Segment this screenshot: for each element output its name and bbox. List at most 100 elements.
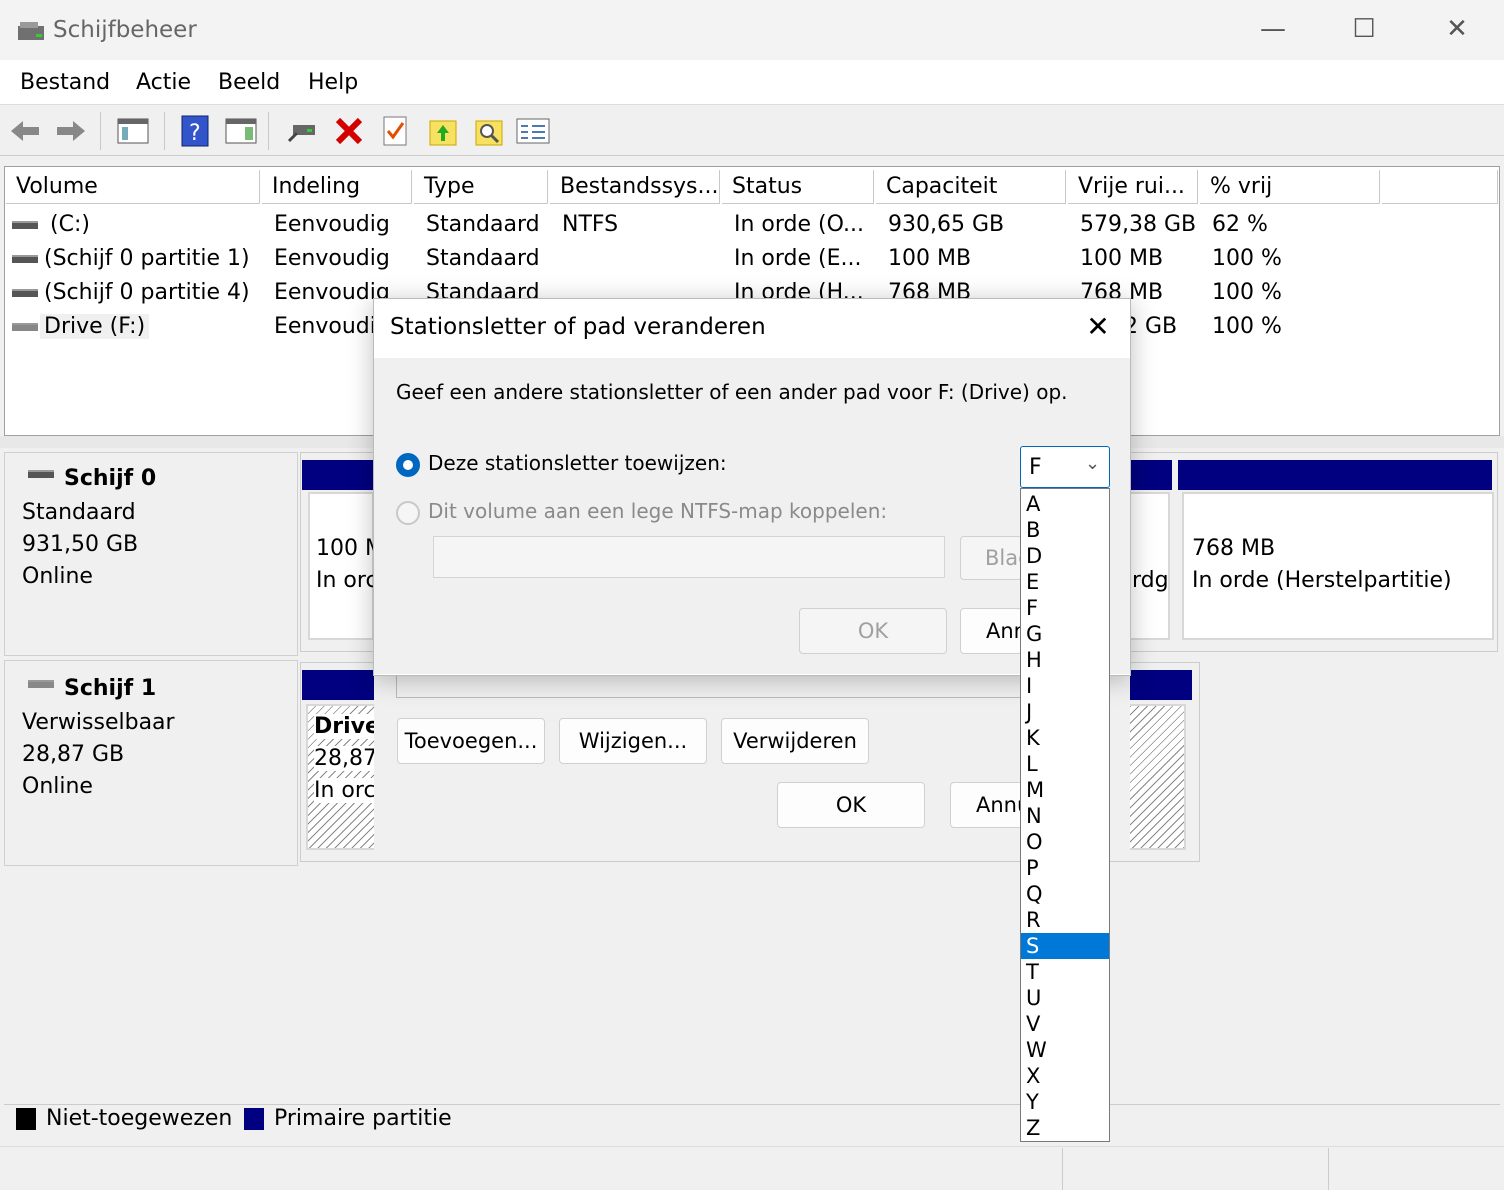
drive-icon — [12, 221, 38, 229]
volume-name[interactable]: (Schijf 0 partitie 4) — [44, 280, 250, 305]
back-arrow-icon[interactable] — [8, 114, 42, 148]
disk-type: Standaard — [22, 500, 136, 525]
volume-pct-free: 62 % — [1212, 212, 1268, 237]
chevron-down-icon: ⌄ — [1085, 453, 1101, 474]
dialog-cancel-button[interactable]: Ann — [960, 608, 1022, 654]
menu-bestand[interactable]: Bestand — [20, 70, 110, 95]
drive-letter-option[interactable]: K — [1021, 725, 1109, 751]
mount-path-input[interactable] — [433, 536, 945, 578]
drive-letter-option[interactable]: B — [1021, 517, 1109, 543]
partition-state: rdg — [1132, 568, 1169, 593]
col-header-procent-vrij[interactable]: % vrij — [1200, 170, 1380, 204]
col-header-empty — [1382, 170, 1498, 204]
drive-letter-option[interactable]: X — [1021, 1063, 1109, 1089]
dialog-close-button[interactable]: ✕ — [1078, 306, 1118, 346]
partition-efi[interactable] — [308, 492, 374, 640]
drive-letter-option[interactable]: W — [1021, 1037, 1109, 1063]
col-header-volume[interactable]: Volume — [6, 170, 260, 204]
console-tree-icon[interactable] — [116, 114, 150, 148]
dialog-instruction: Geef een andere stationsletter of een an… — [396, 380, 1068, 404]
legend-unallocated: Niet-toegewezen — [46, 1106, 233, 1131]
upload-folder-icon[interactable] — [426, 114, 460, 148]
dialog-title: Stationsletter of pad veranderen — [390, 314, 766, 340]
drive-letter-option[interactable]: N — [1021, 803, 1109, 829]
drive-letter-select[interactable]: F ⌄ — [1020, 446, 1110, 488]
menu-help[interactable]: Help — [308, 70, 358, 95]
volume-name[interactable]: (Schijf 0 partitie 1) — [44, 246, 250, 271]
drive-letter-option[interactable]: I — [1021, 673, 1109, 699]
menu-beeld[interactable]: Beeld — [218, 70, 280, 95]
volume-layout: Eenvoudig — [274, 246, 390, 271]
radio-mount-label[interactable]: Dit volume aan een lege NTFS-map koppele… — [428, 499, 887, 523]
disk-name: Schijf 0 — [64, 466, 157, 491]
drive-letter-option[interactable]: D — [1021, 543, 1109, 569]
drive-letter-option[interactable]: Z — [1021, 1115, 1109, 1141]
selected-letter: F — [1029, 455, 1042, 480]
disk-state: Online — [22, 564, 93, 589]
disk-icon — [28, 470, 54, 478]
drive-letter-option[interactable]: P — [1021, 855, 1109, 881]
volume-capacity: 100 MB — [888, 246, 972, 271]
volume-status: In orde (O... — [734, 212, 865, 237]
drive-letter-option[interactable]: O — [1021, 829, 1109, 855]
change-button[interactable]: Wijzigen... — [559, 718, 707, 764]
volume-free: 2 GB — [1124, 314, 1178, 339]
drive-letter-option[interactable]: Q — [1021, 881, 1109, 907]
drive-letter-option[interactable]: Y — [1021, 1089, 1109, 1115]
drive-letter-option[interactable]: M — [1021, 777, 1109, 803]
drive-letter-option[interactable]: U — [1021, 985, 1109, 1011]
drive-letter-option[interactable]: V — [1021, 1011, 1109, 1037]
volume-free: 100 MB — [1080, 246, 1164, 271]
dialog-ok-button[interactable]: OK — [799, 608, 947, 654]
search-folder-icon[interactable] — [472, 114, 506, 148]
drive-letter-option[interactable]: E — [1021, 569, 1109, 595]
drive-letter-option[interactable]: T — [1021, 959, 1109, 985]
col-header-type[interactable]: Type — [414, 170, 548, 204]
drive-letter-option[interactable]: A — [1021, 491, 1109, 517]
remove-button[interactable]: Verwijderen — [721, 718, 869, 764]
volume-capacity: 930,65 GB — [888, 212, 1005, 237]
disk-type: Verwisselbaar — [22, 710, 175, 735]
col-header-status[interactable]: Status — [722, 170, 874, 204]
checklist-icon[interactable] — [378, 114, 412, 148]
drive-icon — [12, 289, 38, 297]
connect-drive-icon[interactable] — [286, 114, 320, 148]
volume-fs: NTFS — [562, 212, 619, 237]
status-bar — [0, 1146, 1504, 1190]
volume-name[interactable]: Drive (F:) — [40, 314, 150, 339]
add-button[interactable]: Toevoegen... — [397, 718, 545, 764]
drive-letter-option[interactable]: S — [1021, 933, 1109, 959]
partition-state: In orc — [316, 568, 378, 593]
forward-arrow-icon[interactable] — [54, 114, 88, 148]
details-pane-icon[interactable] — [224, 114, 258, 148]
maximize-button[interactable]: ☐ — [1341, 10, 1387, 48]
help-icon[interactable]: ? — [178, 114, 212, 148]
minimize-button[interactable]: — — [1250, 10, 1296, 48]
radio-assign-label[interactable]: Deze stationsletter toewijzen: — [428, 451, 727, 475]
col-header-indeling[interactable]: Indeling — [262, 170, 412, 204]
drive-letter-option[interactable]: H — [1021, 647, 1109, 673]
volume-pct-free: 100 % — [1212, 314, 1282, 339]
col-header-capaciteit[interactable]: Capaciteit — [876, 170, 1066, 204]
col-header-vrije-ruimte[interactable]: Vrije rui... — [1068, 170, 1198, 204]
close-window-button[interactable]: ✕ — [1434, 10, 1480, 48]
properties-list-icon[interactable] — [516, 114, 550, 148]
props-ok-button[interactable]: OK — [777, 782, 925, 828]
drive-letter-option[interactable]: R — [1021, 907, 1109, 933]
volume-name[interactable]: (C:) — [50, 212, 90, 237]
radio-mount-folder[interactable] — [396, 501, 420, 525]
partition-recovery[interactable] — [1182, 492, 1494, 640]
menu-actie[interactable]: Actie — [136, 70, 191, 95]
col-header-bestandssysteem[interactable]: Bestandssys... — [550, 170, 720, 204]
volume-status: In orde (E... — [734, 246, 862, 271]
status-divider — [1328, 1148, 1329, 1190]
drive-letter-option[interactable]: F — [1021, 595, 1109, 621]
partition-bar — [1178, 460, 1492, 490]
radio-assign-letter[interactable] — [396, 453, 420, 477]
drive-letter-option[interactable]: J — [1021, 699, 1109, 725]
drive-letter-option[interactable]: L — [1021, 751, 1109, 777]
browse-button[interactable]: Blad — [960, 536, 1022, 580]
props-cancel-button[interactable]: Annu — [950, 782, 1026, 828]
drive-letter-option[interactable]: G — [1021, 621, 1109, 647]
delete-icon[interactable] — [332, 114, 366, 148]
